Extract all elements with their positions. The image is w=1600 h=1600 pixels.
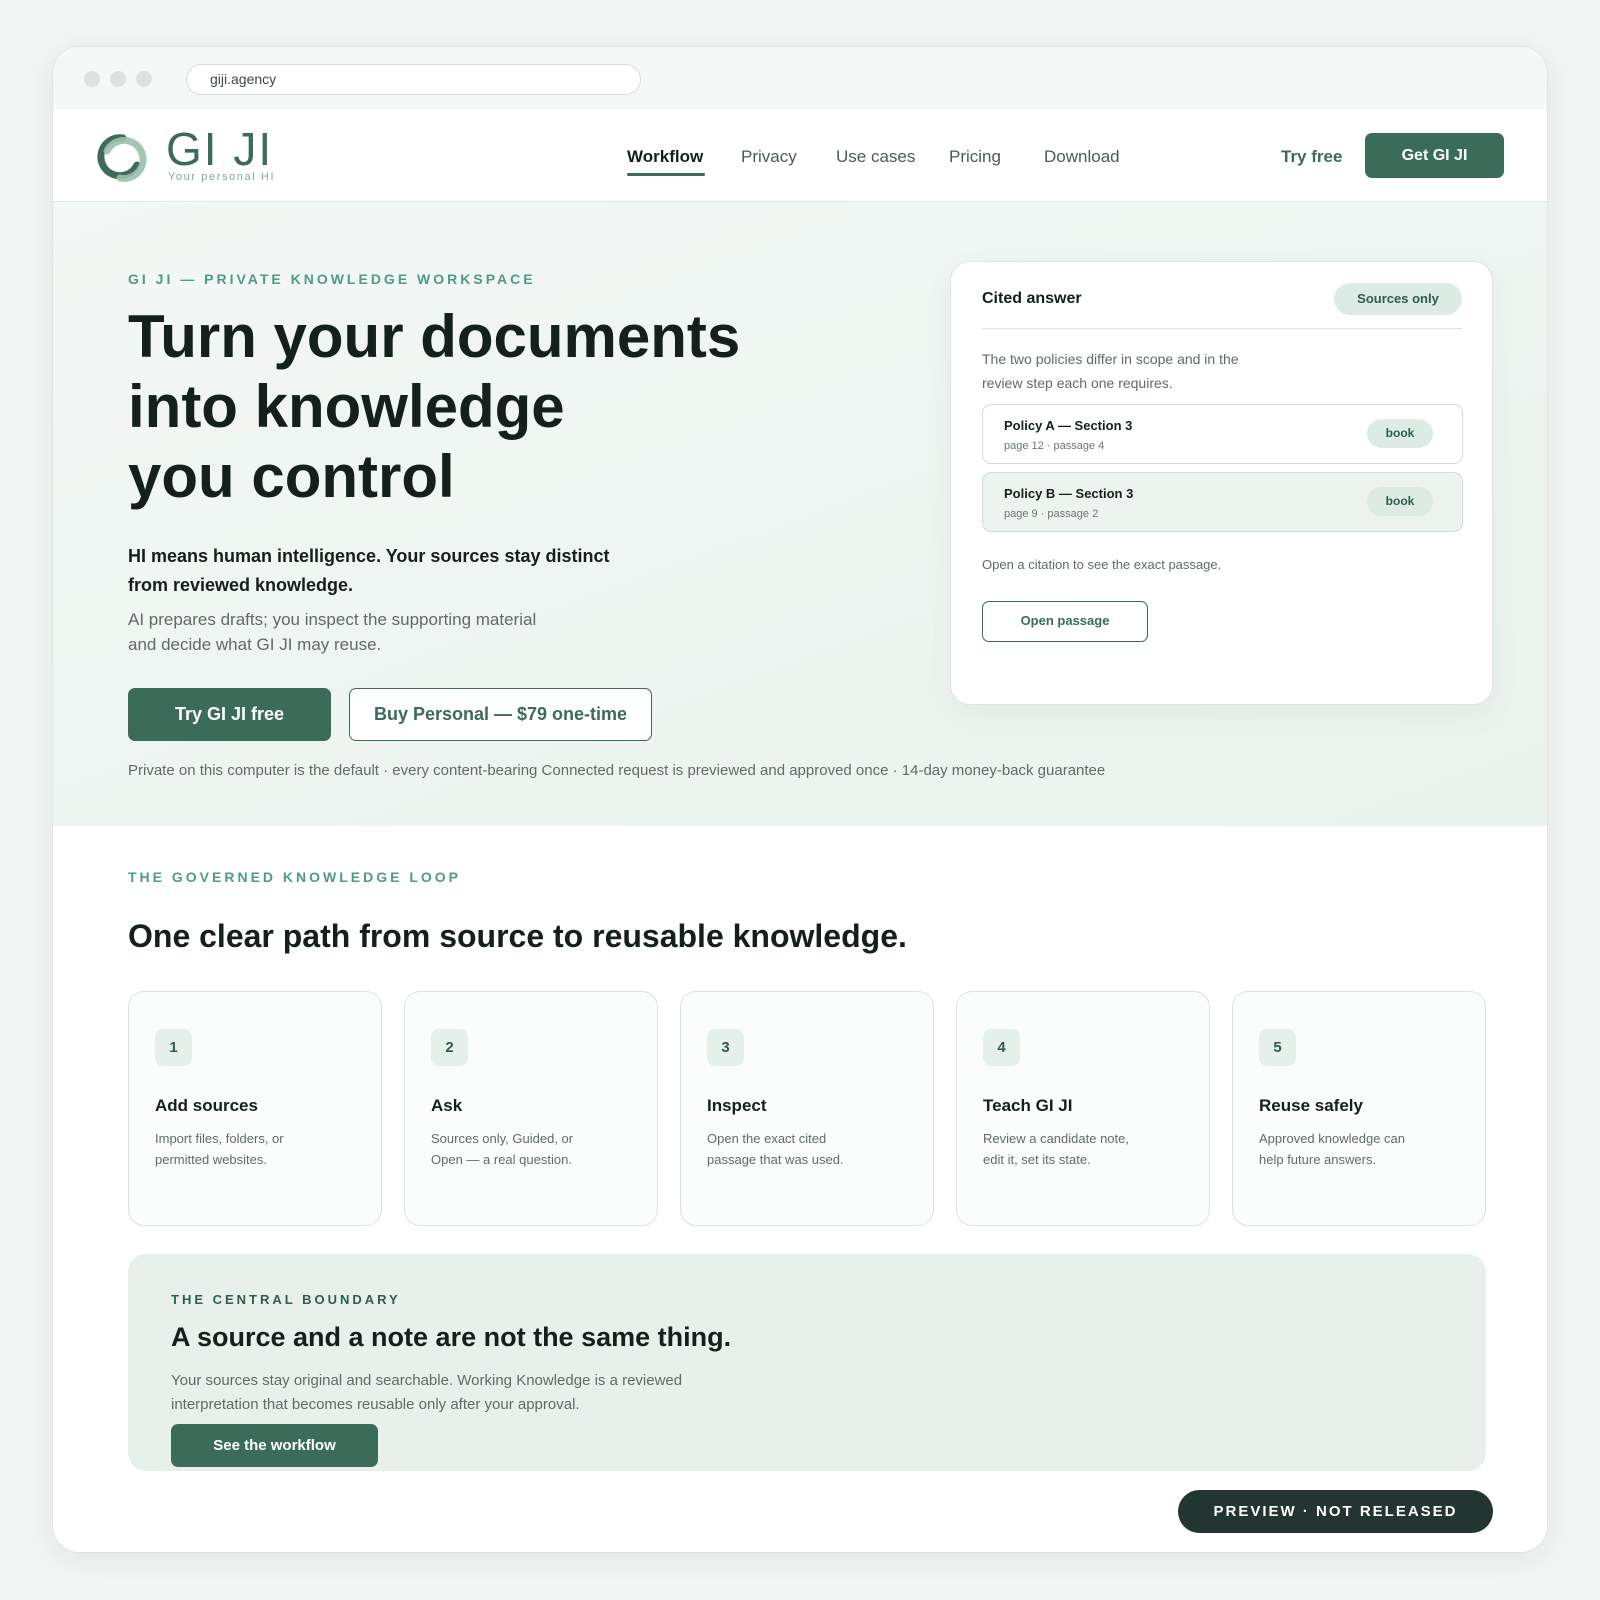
step-description-line: Sources only, Guided, or	[431, 1131, 574, 1146]
step-number: 2	[431, 1029, 468, 1066]
nav-link-download[interactable]: Download	[1044, 147, 1120, 167]
loop-eyebrow: THE GOVERNED KNOWLEDGE LOOP	[128, 869, 462, 885]
hero-lead-line: from reviewed knowledge.	[128, 575, 354, 595]
step-description-line: Open — a real question.	[431, 1152, 572, 1167]
boundary-text: Your sources stay original and searchabl…	[171, 1369, 731, 1417]
step-number: 5	[1259, 1029, 1296, 1066]
step-card: 3 Inspect Open the exact cited passage th…	[680, 991, 934, 1226]
step-description-line: Open the exact cited	[707, 1131, 827, 1146]
mode-pill[interactable]: Sources only	[1334, 283, 1462, 315]
window-close-dot[interactable]	[84, 71, 100, 87]
browser-window: giji.agency GI JI Your personal HI Workf…	[53, 47, 1547, 1552]
see-workflow-button[interactable]: See the workflow	[171, 1424, 378, 1467]
hero-title-line: Turn your documents	[128, 303, 741, 370]
step-description-line: Import files, folders, or	[155, 1131, 284, 1146]
step-description-line: Review a candidate note,	[983, 1131, 1129, 1146]
open-passage-button[interactable]: Open passage	[982, 601, 1148, 642]
step-description: Import files, folders, or permitted websi…	[155, 1128, 345, 1170]
step-number: 4	[983, 1029, 1020, 1066]
step-number: 3	[707, 1029, 744, 1066]
nav-link-privacy[interactable]: Privacy	[741, 147, 797, 167]
answer-text-line: review step each one requires.	[982, 375, 1173, 391]
citation-title: Policy A — Section 3	[1004, 418, 1133, 433]
boundary-text-line: Your sources stay original and searchabl…	[171, 1372, 683, 1389]
step-description: Sources only, Guided, or Open — a real qu…	[431, 1128, 621, 1170]
citation-meta: page 9 · passage 2	[1004, 508, 1099, 520]
step-number: 1	[155, 1029, 192, 1066]
hero-subtitle-line: and decide what GI JI may reuse.	[128, 635, 382, 654]
boundary-text-line: interpretation that becomes reusable onl…	[171, 1396, 580, 1413]
central-boundary-panel: THE CENTRAL BOUNDARY A source and a note…	[128, 1254, 1486, 1471]
step-description-line: permitted websites.	[155, 1152, 267, 1167]
nav-active-indicator	[627, 173, 705, 176]
step-card: 2 Ask Sources only, Guided, or Open — a r…	[404, 991, 658, 1226]
card-divider	[982, 328, 1462, 329]
loop-title: One clear path from source to reusable k…	[128, 918, 907, 954]
hero-title: Turn your documents into knowledge you c…	[128, 302, 828, 512]
try-free-button[interactable]: Try GI JI free	[128, 688, 331, 741]
step-description-line: help future answers.	[1259, 1152, 1377, 1167]
step-title: Teach GI JI	[983, 1096, 1073, 1115]
logo-tagline: Your personal HI	[168, 171, 276, 183]
try-free-link[interactable]: Try free	[1281, 147, 1342, 167]
citation-title: Policy B — Section 3	[1004, 486, 1134, 501]
logo-icon[interactable]	[93, 129, 151, 187]
card-title: Cited answer	[982, 290, 1082, 307]
browser-chrome: giji.agency	[53, 47, 1547, 109]
window-minimize-dot[interactable]	[110, 71, 126, 87]
nav-link-use-cases[interactable]: Use cases	[836, 147, 915, 167]
step-title: Ask	[431, 1096, 463, 1115]
hero-section: GI JI — PRIVATE KNOWLEDGE WORKSPACE Turn…	[53, 202, 1547, 826]
step-title: Add sources	[155, 1096, 258, 1115]
hero-title-line: into knowledge	[128, 373, 565, 440]
hero-subtitle-line: AI prepares drafts; you inspect the supp…	[128, 610, 537, 629]
nav-link-workflow[interactable]: Workflow	[627, 147, 703, 167]
citation-hint: Open a citation to see the exact passage…	[982, 557, 1222, 572]
address-bar[interactable]: giji.agency	[186, 64, 641, 95]
citation-type-badge: book	[1367, 487, 1433, 516]
step-description-line: passage that was used.	[707, 1152, 844, 1167]
step-description-line: Approved knowledge can	[1259, 1131, 1405, 1146]
step-description: Open the exact cited passage that was use…	[707, 1128, 897, 1170]
cited-answer-card: Cited answer Sources only The two polici…	[950, 261, 1493, 705]
buy-personal-button[interactable]: Buy Personal — $79 one-time	[349, 688, 652, 741]
step-description: Review a candidate note, edit it, set its…	[983, 1128, 1173, 1170]
top-navigation: GI JI Your personal HI Workflow Privacy …	[53, 109, 1547, 202]
step-title: Inspect	[707, 1096, 767, 1115]
citation-item[interactable]: Policy B — Section 3 page 9 · passage 2 …	[982, 472, 1463, 532]
step-card: 1 Add sources Import files, folders, or p…	[128, 991, 382, 1226]
hero-reassurance-note: Private on this computer is the default …	[128, 762, 1106, 779]
boundary-title: A source and a note are not the same thi…	[171, 1322, 732, 1352]
citation-item[interactable]: Policy A — Section 3 page 12 · passage 4…	[982, 404, 1463, 464]
citation-meta: page 12 · passage 4	[1004, 440, 1105, 452]
hero-title-line: you control	[128, 443, 455, 510]
citation-type-badge: book	[1367, 419, 1433, 448]
nav-link-pricing[interactable]: Pricing	[949, 147, 1001, 167]
preview-status-badge: PREVIEW · NOT RELEASED	[1178, 1490, 1493, 1533]
answer-text-line: The two policies differ in scope and in …	[982, 351, 1239, 367]
step-title: Reuse safely	[1259, 1096, 1363, 1115]
boundary-eyebrow: THE CENTRAL BOUNDARY	[171, 1292, 401, 1307]
step-description: Approved knowledge can help future answer…	[1259, 1128, 1449, 1170]
hero-lead-line: HI means human intelligence. Your source…	[128, 546, 610, 566]
step-description-line: edit it, set its state.	[983, 1152, 1091, 1167]
hero-subtitle: AI prepares drafts; you inspect the supp…	[128, 607, 558, 657]
window-maximize-dot[interactable]	[136, 71, 152, 87]
answer-text: The two policies differ in scope and in …	[982, 347, 1252, 395]
step-card: 4 Teach GI JI Review a candidate note, ed…	[956, 991, 1210, 1226]
logo-wordmark[interactable]: GI JI	[166, 125, 273, 173]
hero-lead: HI means human intelligence. Your source…	[128, 542, 648, 600]
step-card: 5 Reuse safely Approved knowledge can hel…	[1232, 991, 1486, 1226]
hero-eyebrow: GI JI — PRIVATE KNOWLEDGE WORKSPACE	[128, 271, 536, 287]
get-app-button[interactable]: Get GI JI	[1365, 133, 1504, 178]
